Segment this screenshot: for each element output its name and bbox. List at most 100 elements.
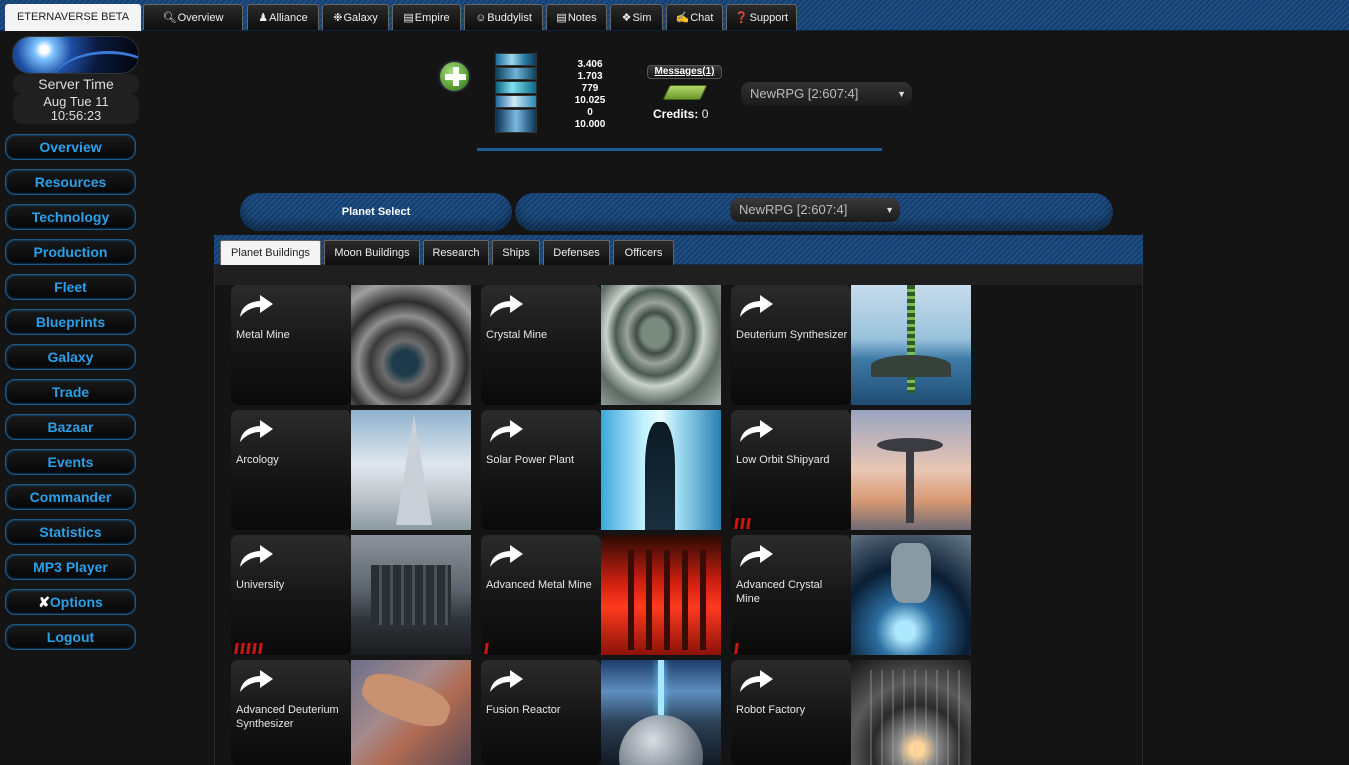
messages-link[interactable]: Messages(1) [647, 65, 722, 79]
building-card-low-orbit-shipyard[interactable]: Low Orbit Shipyard [731, 410, 851, 530]
server-clock: Aug Tue 11 10:56:23 [13, 94, 139, 124]
crystal-icon [495, 67, 537, 80]
support-icon: ❓ [734, 12, 749, 24]
nav-events[interactable]: Events [5, 449, 136, 475]
building-image-advanced-crystal-mine[interactable] [851, 535, 971, 655]
nav-mp3-player[interactable]: MP3 Player [5, 554, 136, 580]
top-tab-buddylist[interactable]: ☺Buddylist [464, 4, 543, 30]
resource-value: 779 [581, 83, 599, 94]
building-image-low-orbit-shipyard[interactable] [851, 410, 971, 530]
nav-production[interactable]: Production [5, 239, 136, 265]
nav-technology[interactable]: Technology [5, 204, 136, 230]
resource-value: 10.000 [574, 119, 606, 130]
tab-officers[interactable]: Officers [613, 240, 674, 265]
galaxy-icon: ❉ [333, 12, 343, 24]
tab-defenses[interactable]: Defenses [543, 240, 610, 265]
level-bar [234, 643, 239, 654]
upgrade-arrow-icon[interactable] [236, 665, 276, 695]
upgrade-arrow-icon[interactable] [736, 415, 776, 445]
building-image-solar-power-plant[interactable] [601, 410, 721, 530]
building-card-advanced-deuterium-synthesizer[interactable]: Advanced Deuterium Synthesizer [231, 660, 351, 765]
upgrade-arrow-icon[interactable] [486, 540, 526, 570]
game-logo [12, 36, 139, 74]
top-tab-empire[interactable]: ▤Empire [392, 4, 461, 30]
top-tab-sim[interactable]: ❖Sim [610, 4, 663, 30]
building-card-fusion-reactor[interactable]: Fusion Reactor [481, 660, 601, 765]
building-image-arcology[interactable] [351, 410, 471, 530]
building-image-advanced-metal-mine[interactable] [601, 535, 721, 655]
nav-options[interactable]: ✘Options [5, 589, 136, 615]
top-tab-chat[interactable]: ✍Chat [666, 4, 723, 30]
nav-trade[interactable]: Trade [5, 379, 136, 405]
building-image-university[interactable] [351, 535, 471, 655]
resource-value: 3.406 [577, 59, 603, 70]
planet-select-dropdown[interactable]: NewRPG [2:607:4] ▼ [730, 198, 900, 222]
nav-commander[interactable]: Commander [5, 484, 136, 510]
building-image-robot-factory[interactable] [851, 660, 971, 765]
nav-bazaar[interactable]: Bazaar [5, 414, 136, 440]
upgrade-arrow-icon[interactable] [736, 665, 776, 695]
building-image-crystal-mine[interactable] [601, 285, 721, 405]
nav-resources[interactable]: Resources [5, 169, 136, 195]
upgrade-arrow-icon[interactable] [486, 415, 526, 445]
building-card-solar-power-plant[interactable]: Solar Power Plant [481, 410, 601, 530]
metal-icon [495, 53, 537, 66]
building-card-deuterium-synthesizer[interactable]: Deuterium Synthesizer [731, 285, 851, 405]
resource-icons [495, 53, 537, 133]
upgrade-arrow-icon[interactable] [486, 290, 526, 320]
top-tab-notes[interactable]: ▤Notes [546, 4, 607, 30]
building-card-crystal-mine[interactable]: Crystal Mine [481, 285, 601, 405]
upgrade-arrow-icon[interactable] [486, 665, 526, 695]
building-card-metal-mine[interactable]: Metal Mine [231, 285, 351, 405]
nav-fleet[interactable]: Fleet [5, 274, 136, 300]
header-divider [477, 148, 882, 151]
building-name: University [236, 579, 285, 591]
building-image-advanced-deuterium-synthesizer[interactable] [351, 660, 471, 765]
upgrade-arrow-icon[interactable] [736, 290, 776, 320]
building-name: Advanced Crystal Mine [736, 579, 823, 605]
building-image-metal-mine[interactable] [351, 285, 471, 405]
top-tab-overview[interactable]: 🔍︎Overview [143, 4, 243, 30]
tab-ships[interactable]: Ships [492, 240, 540, 265]
nav-blueprints[interactable]: Blueprints [5, 309, 136, 335]
credits-value: 0 [701, 107, 709, 121]
tab-research[interactable]: Research [423, 240, 489, 265]
upgrade-arrow-icon[interactable] [236, 290, 276, 320]
building-image-deuterium-synthesizer[interactable] [851, 285, 971, 405]
building-card-advanced-metal-mine[interactable]: Advanced Metal Mine [481, 535, 601, 655]
top-tab-label: Galaxy [343, 12, 378, 24]
nav-galaxy[interactable]: Galaxy [5, 344, 136, 370]
nav-statistics[interactable]: Statistics [5, 519, 136, 545]
building-card-arcology[interactable]: Arcology [231, 410, 351, 530]
building-card-university[interactable]: University [231, 535, 351, 655]
top-tab-support[interactable]: ❓Support [726, 4, 797, 30]
top-tab-label: Alliance [269, 12, 308, 24]
tab-moon-buildings[interactable]: Moon Buildings [324, 240, 420, 265]
content-sub-band [215, 265, 1142, 285]
level-bar [734, 643, 739, 654]
planet-select-label-bar: Planet Select [240, 193, 512, 231]
top-tab-label: Notes [567, 12, 597, 24]
building-card-robot-factory[interactable]: Robot Factory [731, 660, 851, 765]
level-bar [252, 643, 257, 654]
tab-planet-buildings[interactable]: Planet Buildings [220, 240, 321, 265]
top-tab-label: Support [749, 12, 789, 24]
top-tab-galaxy[interactable]: ❉Galaxy [322, 4, 389, 30]
money-icon [662, 85, 708, 100]
level-bar [240, 643, 245, 654]
top-tab-alliance[interactable]: ♟Alliance [247, 4, 319, 30]
upgrade-arrow-icon[interactable] [236, 415, 276, 445]
nav-overview[interactable]: Overview [5, 134, 136, 160]
building-image-fusion-reactor[interactable] [601, 660, 721, 765]
header-planet-select[interactable]: NewRPG [2:607:4] ▼ [741, 82, 912, 106]
building-name: Advanced Metal Mine [486, 579, 592, 591]
add-plus-icon[interactable] [438, 60, 471, 93]
server-time-label: Server Time [13, 74, 139, 94]
upgrade-arrow-icon[interactable] [236, 540, 276, 570]
brand-tab[interactable]: ETERNAVERSE BETA [5, 4, 141, 31]
building-card-advanced-crystal-mine[interactable]: Advanced Crystal Mine [731, 535, 851, 655]
upgrade-arrow-icon[interactable] [736, 540, 776, 570]
nav-logout[interactable]: Logout [5, 624, 136, 650]
server-date: Aug Tue 11 [43, 94, 109, 109]
chart-icon: ▤ [403, 12, 414, 24]
